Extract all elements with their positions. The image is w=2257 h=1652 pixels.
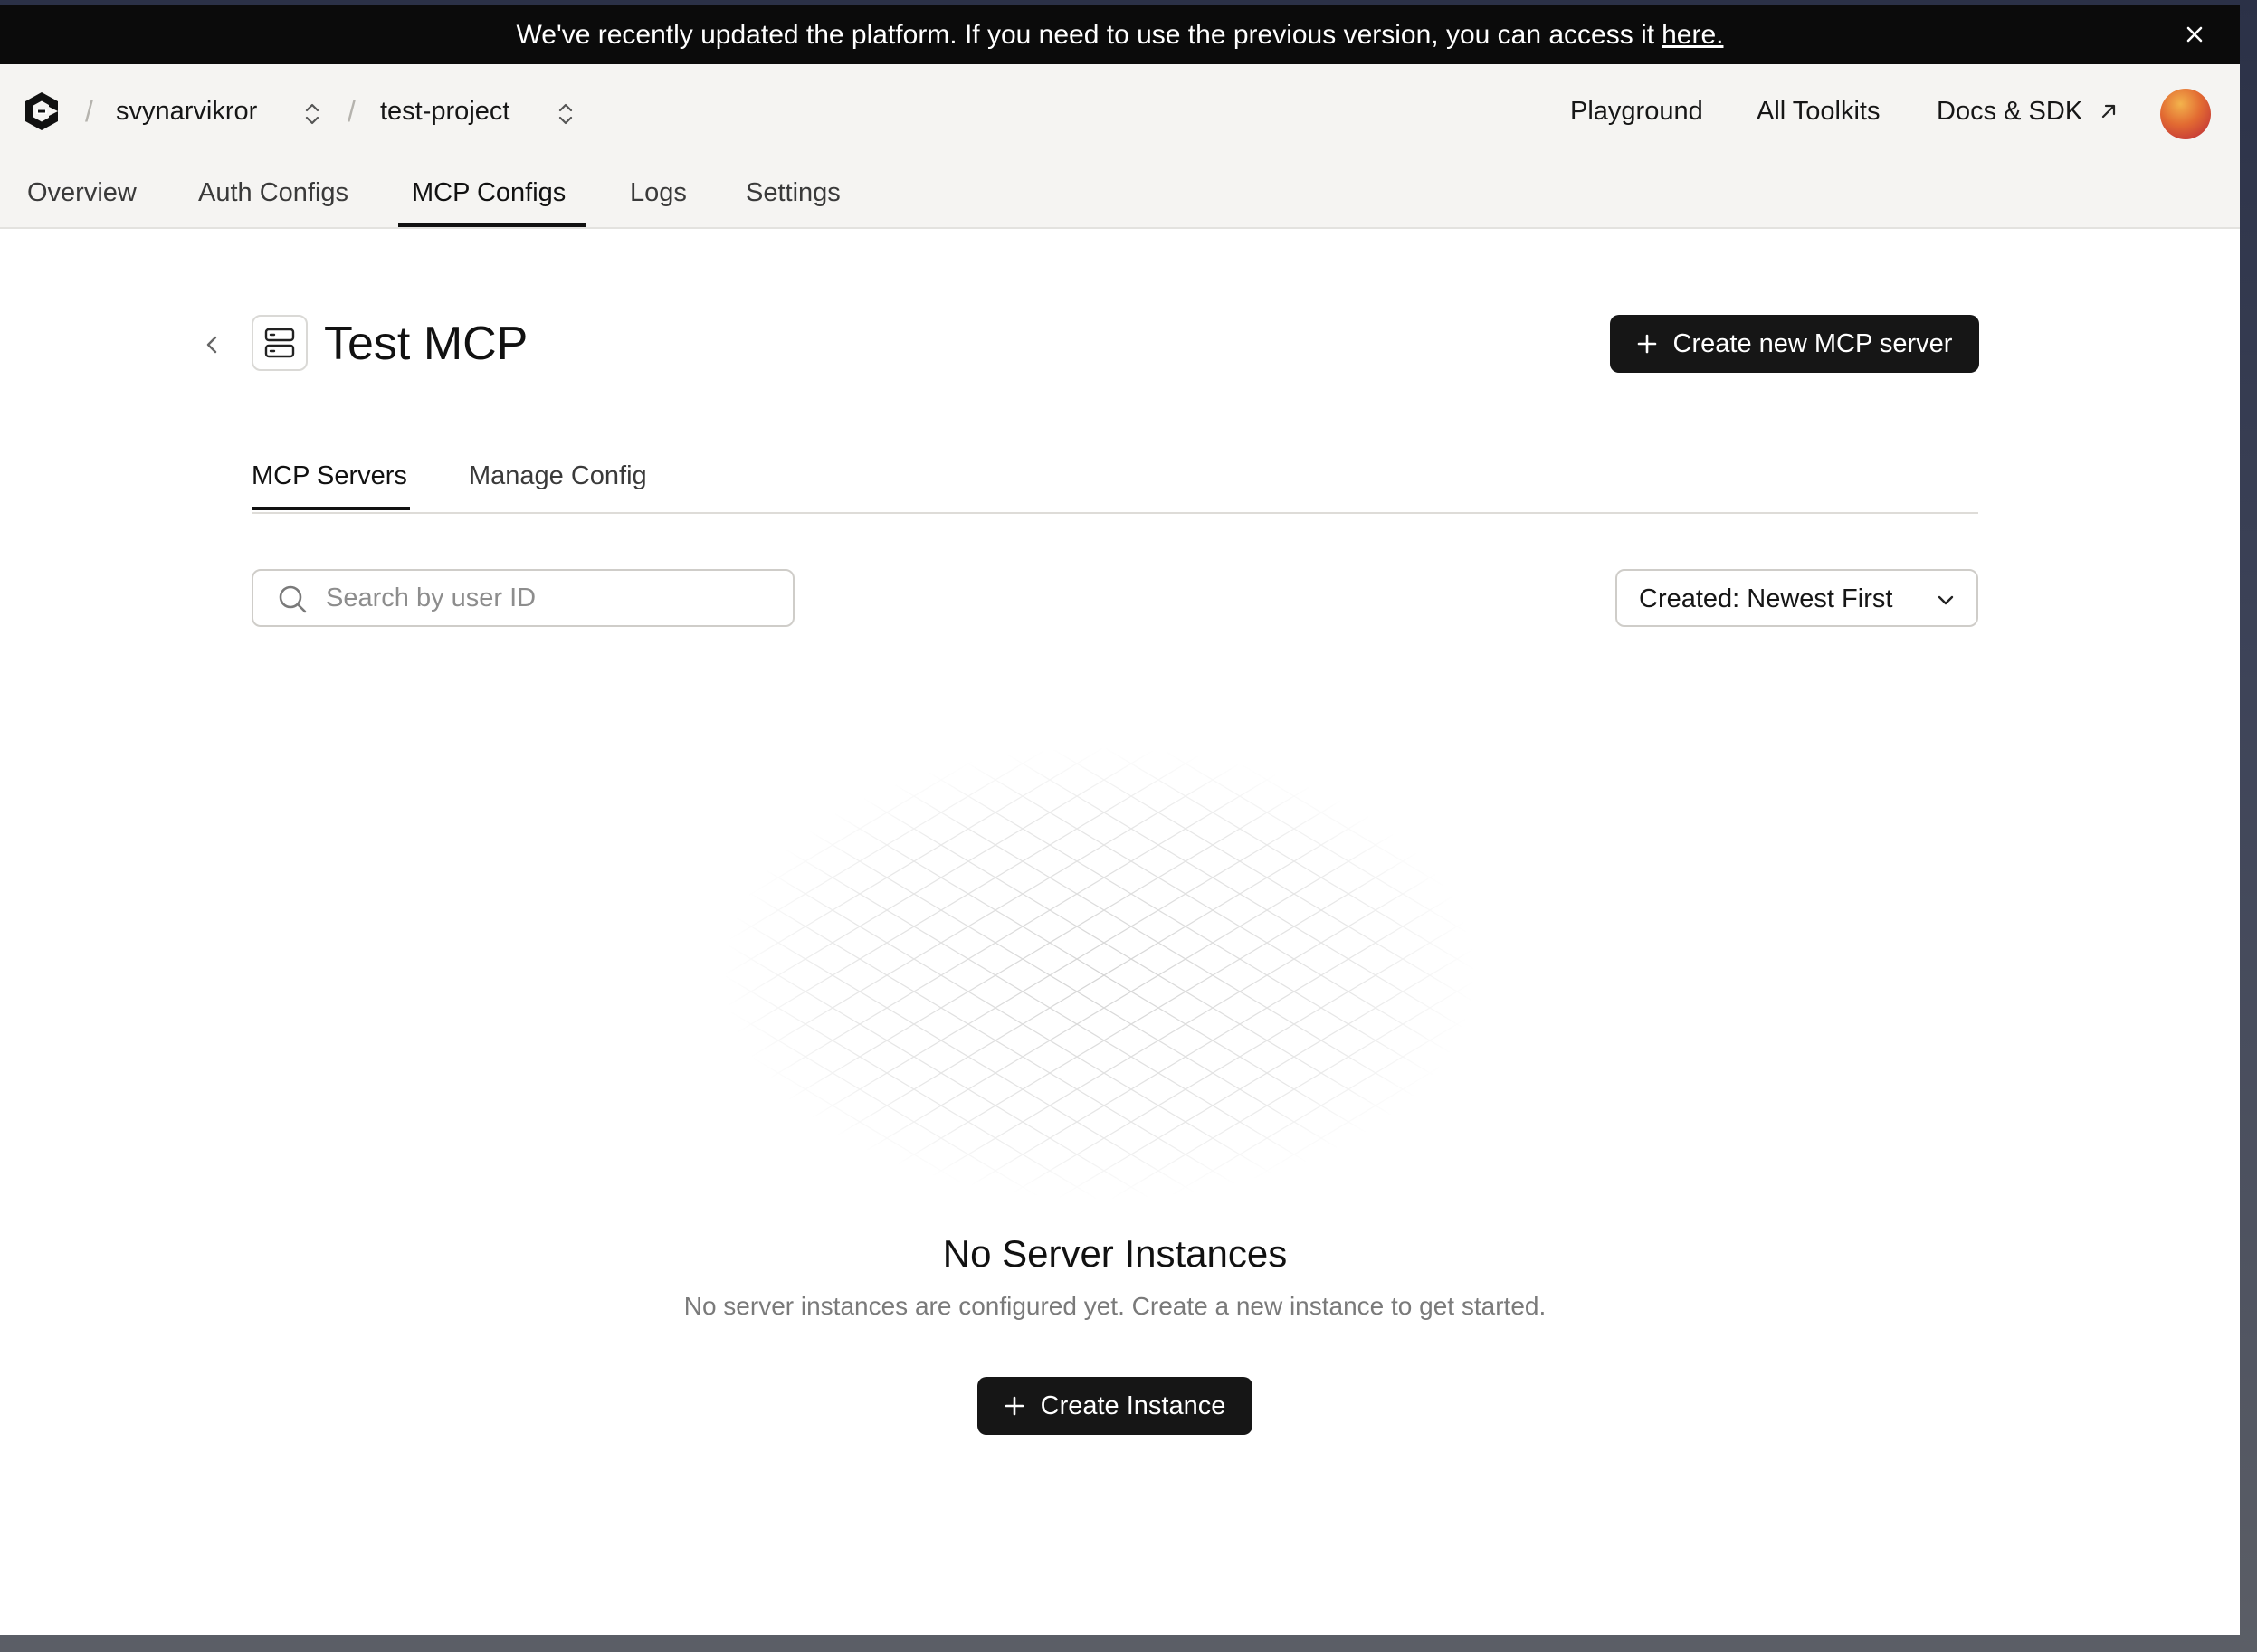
- create-mcp-server-label: Create new MCP server: [1672, 328, 1953, 358]
- breadcrumb-separator: /: [348, 95, 356, 128]
- breadcrumb-org[interactable]: svynarvikror: [116, 97, 257, 127]
- empty-state-title: No Server Instances: [942, 1232, 1288, 1275]
- chevron-down-icon: [1938, 595, 1954, 605]
- composio-logo-icon[interactable]: [22, 90, 62, 133]
- server-icon: [264, 328, 295, 358]
- back-chevron-icon[interactable]: [201, 331, 223, 358]
- tab-logs[interactable]: Logs: [630, 178, 687, 208]
- banner-message: We've recently updated the platform. If …: [516, 19, 1655, 50]
- top-bar: / svynarvikror / test-project Playground…: [0, 64, 2240, 164]
- server-icon-container: [252, 315, 308, 371]
- plus-icon: [1005, 1396, 1024, 1416]
- plus-icon: [1637, 334, 1656, 354]
- nav-docs-sdk[interactable]: Docs & SDK: [1937, 97, 2082, 127]
- active-subtab-indicator: [252, 507, 410, 510]
- search-box: [252, 569, 795, 627]
- close-icon[interactable]: [2180, 20, 2209, 49]
- sub-tabs: MCP Servers Manage Config: [252, 449, 1978, 514]
- search-icon: [279, 585, 307, 613]
- tab-auth-configs[interactable]: Auth Configs: [198, 178, 348, 208]
- app-window: We've recently updated the platform. If …: [0, 5, 2240, 1635]
- tab-manage-config[interactable]: Manage Config: [469, 461, 647, 491]
- tab-settings[interactable]: Settings: [746, 178, 841, 208]
- create-mcp-server-button[interactable]: Create new MCP server: [1610, 315, 1979, 373]
- breadcrumb-separator: /: [85, 95, 93, 128]
- avatar[interactable]: [2160, 89, 2211, 139]
- chevron-up-down-icon[interactable]: [556, 100, 576, 128]
- main-tabs: Overview Auth Configs MCP Configs Logs S…: [0, 164, 2240, 227]
- create-instance-label: Create Instance: [1040, 1391, 1226, 1420]
- breadcrumb-project[interactable]: test-project: [380, 97, 509, 127]
- sort-dropdown[interactable]: Created: Newest First: [1615, 569, 1978, 627]
- search-input[interactable]: [326, 578, 778, 618]
- nav-all-toolkits[interactable]: All Toolkits: [1757, 97, 1880, 127]
- banner-link[interactable]: here.: [1662, 20, 1723, 51]
- chevron-up-down-icon[interactable]: [302, 100, 322, 128]
- page-title: Test MCP: [324, 318, 529, 370]
- empty-state-grid-illustration: [724, 747, 1475, 1200]
- tab-mcp-servers[interactable]: MCP Servers: [252, 461, 407, 491]
- nav-playground[interactable]: Playground: [1570, 97, 1703, 127]
- top-header: / svynarvikror / test-project Playground…: [0, 64, 2240, 229]
- tab-mcp-configs[interactable]: MCP Configs: [412, 178, 566, 208]
- tab-overview[interactable]: Overview: [27, 178, 137, 208]
- active-tab-indicator: [398, 223, 586, 227]
- empty-state-description: No server instances are configured yet. …: [683, 1292, 1547, 1320]
- announcement-banner: We've recently updated the platform. If …: [0, 5, 2240, 64]
- create-instance-button[interactable]: Create Instance: [977, 1377, 1252, 1435]
- sort-selected-value: Created: Newest First: [1639, 584, 1893, 613]
- external-link-icon[interactable]: [2098, 100, 2119, 122]
